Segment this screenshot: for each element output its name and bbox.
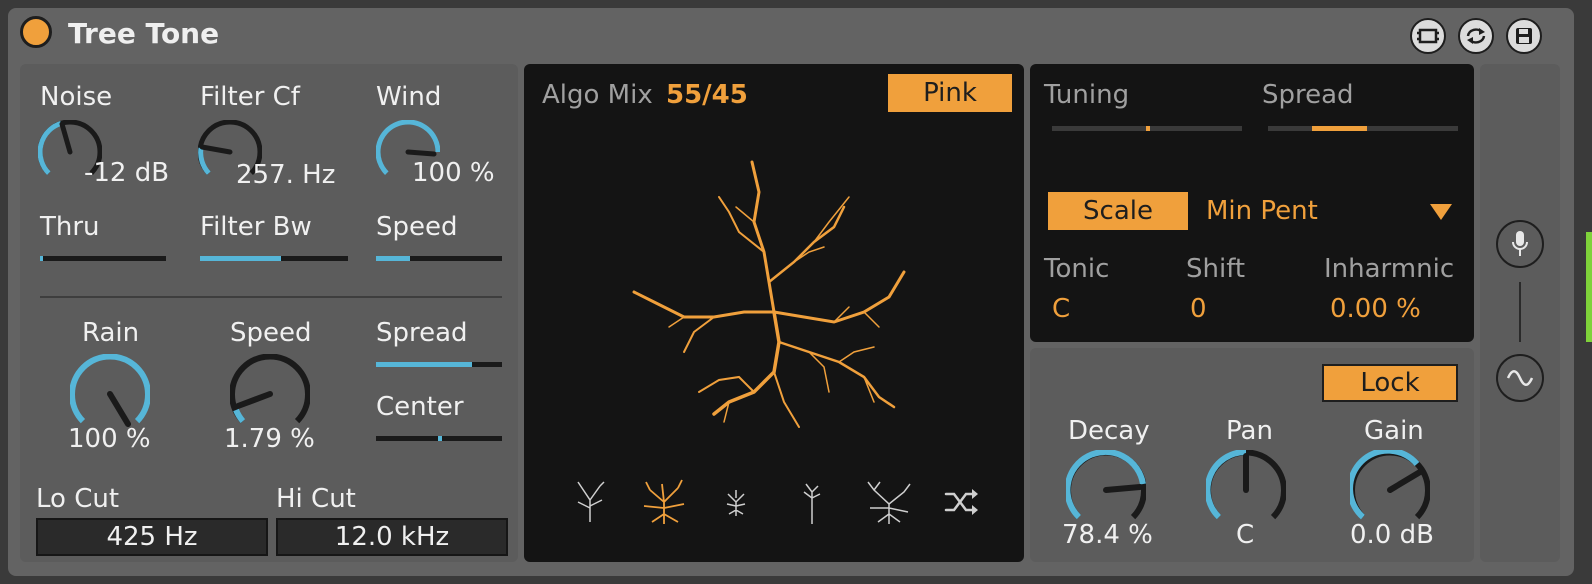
wind-label: Wind <box>376 82 442 112</box>
gain-label: Gain <box>1364 416 1424 446</box>
hi-cut-numbox[interactable]: 12.0 kHz <box>276 518 508 556</box>
algo-panel: Algo Mix 55/45 Pink <box>524 64 1024 562</box>
noise-type-button[interactable]: Pink <box>888 74 1012 112</box>
scale-button[interactable]: Scale <box>1048 192 1188 230</box>
thru-slider[interactable] <box>40 256 166 261</box>
tuning-panel: Tuning Spread Scale Min Pent Tonic C Shi… <box>1030 64 1474 342</box>
tree-thin-icon[interactable] <box>800 482 824 526</box>
scale-dropdown-value[interactable]: Min Pent <box>1206 196 1318 226</box>
filter-cf-value: 257. Hz <box>236 160 336 190</box>
microphone-icon[interactable] <box>1496 220 1544 268</box>
speed-label: Speed <box>230 318 312 348</box>
algo-mix-label: Algo Mix <box>542 80 653 110</box>
spread-slider[interactable] <box>376 362 502 367</box>
center-slider[interactable] <box>376 436 502 441</box>
lo-cut-numbox[interactable]: 425 Hz <box>36 518 268 556</box>
shift-value[interactable]: 0 <box>1190 294 1207 324</box>
rain-label: Rain <box>82 318 140 348</box>
filter-cf-label: Filter Cf <box>200 82 300 112</box>
lo-cut-label: Lo Cut <box>36 484 120 514</box>
tree-spread-icon[interactable] <box>864 478 914 526</box>
noise-label: Noise <box>40 82 113 112</box>
title-bar: Tree Tone <box>8 8 1574 60</box>
pan-knob[interactable] <box>1206 450 1286 530</box>
tonic-label: Tonic <box>1044 254 1110 284</box>
pan-label: Pan <box>1226 416 1273 446</box>
pan-value: C <box>1236 520 1255 550</box>
section-divider <box>40 296 502 298</box>
level-meter <box>1586 232 1592 342</box>
tuning-label: Tuning <box>1044 80 1130 110</box>
output-panel: Lock Decay 78.4 % Pan C Gain 0.0 dB <box>1030 348 1474 562</box>
tree-sparse-icon[interactable] <box>572 480 608 524</box>
gain-knob[interactable] <box>1350 450 1430 530</box>
decay-knob[interactable] <box>1066 450 1146 530</box>
thru-label: Thru <box>40 212 100 242</box>
wind-value: 100 % <box>412 158 495 188</box>
filter-bw-label: Filter Bw <box>200 212 312 242</box>
save-icon[interactable] <box>1506 18 1542 54</box>
noise-value: -12 dB <box>84 158 170 188</box>
tuning-slider[interactable] <box>1052 126 1242 131</box>
center-label: Center <box>376 392 464 422</box>
side-connector <box>1519 282 1521 342</box>
shift-label: Shift <box>1186 254 1246 284</box>
decay-label: Decay <box>1068 416 1150 446</box>
filter-bw-slider[interactable] <box>200 256 348 261</box>
spread-tuning-label: Spread <box>1262 80 1354 110</box>
algo-mix-value[interactable]: 55/45 <box>666 80 748 110</box>
spread-label: Spread <box>376 318 468 348</box>
noise-panel: Noise -12 dB Filter Cf 257. Hz Wind 100 … <box>20 64 518 562</box>
tree-dense-icon[interactable] <box>724 488 748 518</box>
refresh-icon[interactable] <box>1458 18 1494 54</box>
map-icon[interactable] <box>1410 18 1446 54</box>
sine-wave-icon[interactable] <box>1496 354 1544 402</box>
device-power-button[interactable] <box>20 16 52 48</box>
hi-cut-label: Hi Cut <box>276 484 356 514</box>
side-strip <box>1480 64 1560 562</box>
device-title: Tree Tone <box>68 17 220 50</box>
shuffle-icon[interactable] <box>944 488 978 516</box>
speed-top-label: Speed <box>376 212 458 242</box>
chevron-down-icon[interactable] <box>1430 204 1452 220</box>
tree-visualization <box>632 160 906 428</box>
decay-value: 78.4 % <box>1062 520 1153 550</box>
speed-value: 1.79 % <box>224 424 315 454</box>
speed-top-slider[interactable] <box>376 256 502 261</box>
rain-knob[interactable] <box>70 354 150 434</box>
spread-tuning-slider[interactable] <box>1268 126 1458 131</box>
gain-value: 0.0 dB <box>1350 520 1434 550</box>
speed-knob[interactable] <box>230 354 310 434</box>
tree-bushy-icon[interactable] <box>638 476 690 528</box>
inharmonic-value[interactable]: 0.00 % <box>1330 294 1421 324</box>
lock-button[interactable]: Lock <box>1322 364 1458 402</box>
tonic-value[interactable]: C <box>1052 294 1070 324</box>
rain-value: 100 % <box>68 424 151 454</box>
device-frame: Tree Tone Noise -12 dB Filter Cf 257. Hz… <box>8 8 1574 576</box>
inharmonic-label: Inharmnic <box>1324 254 1455 284</box>
